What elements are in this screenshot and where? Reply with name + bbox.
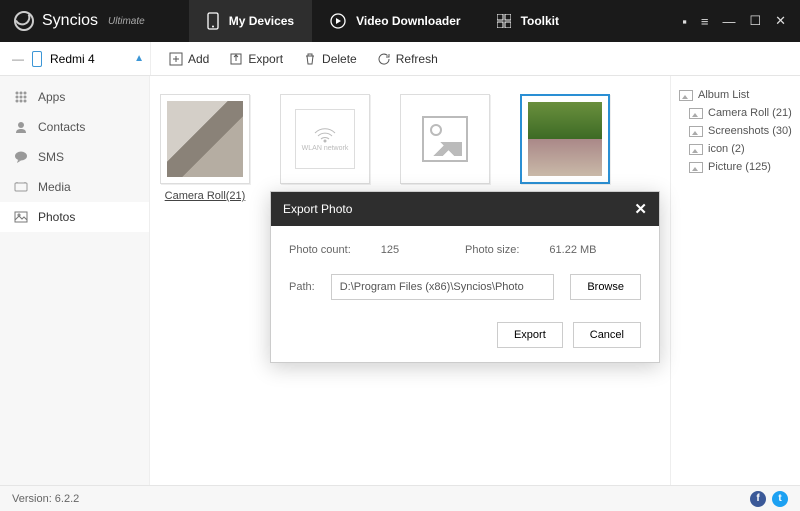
- tab-label: Video Downloader: [356, 14, 460, 28]
- path-label: Path:: [289, 281, 315, 293]
- sidebar-item-sms[interactable]: SMS: [0, 142, 149, 172]
- album-list-item[interactable]: icon (2): [687, 140, 794, 158]
- album-list-item[interactable]: Camera Roll (21): [687, 104, 794, 122]
- sidebar-item-media[interactable]: Media: [0, 172, 149, 202]
- app-name: Syncios: [42, 12, 98, 30]
- status-bar: Version: 6.2.2 f t: [0, 485, 800, 511]
- trash-icon: [303, 52, 317, 66]
- dialog-close-icon[interactable]: ✕: [634, 200, 647, 218]
- toolbar-label: Export: [248, 52, 283, 66]
- message-icon[interactable]: ▪: [682, 14, 687, 29]
- album-icon[interactable]: icon(2): [400, 94, 490, 202]
- cancel-button[interactable]: Cancel: [573, 322, 641, 348]
- apps-icon: [14, 90, 28, 104]
- version-label: Version: 6.2.2: [12, 493, 79, 505]
- delete-button[interactable]: Delete: [295, 48, 365, 70]
- album-thumbnail: [520, 94, 610, 184]
- tab-toolkit[interactable]: Toolkit: [479, 0, 577, 42]
- album-thumbnail: WLAN network: [280, 94, 370, 184]
- syncios-logo-icon: [14, 11, 34, 31]
- toolbar: Add Export Delete Refresh: [150, 42, 446, 75]
- social-links: f t: [750, 491, 788, 507]
- album-list-pane: Album List Camera Roll (21) Screenshots …: [670, 76, 800, 485]
- main-area: Apps Contacts SMS Media Photos Camera Ro…: [0, 76, 800, 485]
- contacts-icon: [14, 120, 28, 134]
- album-list-title[interactable]: Album List: [677, 86, 794, 104]
- toolbar-label: Add: [188, 52, 209, 66]
- image-icon: [689, 108, 703, 119]
- folder-icon: [679, 90, 693, 101]
- toolbar-label: Delete: [322, 52, 357, 66]
- path-input[interactable]: [331, 274, 555, 300]
- sidebar-label: Photos: [38, 210, 75, 224]
- sidebar-item-photos[interactable]: Photos: [0, 202, 149, 232]
- add-button[interactable]: Add: [161, 48, 217, 70]
- close-icon[interactable]: ✕: [775, 13, 786, 29]
- tab-my-devices[interactable]: My Devices: [189, 0, 312, 42]
- tab-label: My Devices: [229, 14, 294, 28]
- app-edition: Ultimate: [108, 16, 145, 27]
- export-button[interactable]: Export: [221, 48, 291, 70]
- tab-video-downloader[interactable]: Video Downloader: [312, 0, 478, 42]
- album-thumbnail: [400, 94, 490, 184]
- album-list-item[interactable]: Screenshots (30): [687, 122, 794, 140]
- sms-icon: [14, 150, 28, 164]
- twitter-icon[interactable]: t: [772, 491, 788, 507]
- sidebar: Apps Contacts SMS Media Photos: [0, 76, 150, 485]
- toolbar-label: Refresh: [396, 52, 438, 66]
- device-name: Redmi 4: [50, 52, 95, 66]
- sidebar-label: SMS: [38, 150, 64, 164]
- chevron-up-icon: ▲: [134, 53, 144, 64]
- image-icon: [689, 126, 703, 137]
- maximize-icon[interactable]: ☐: [749, 13, 761, 29]
- sidebar-item-contacts[interactable]: Contacts: [0, 112, 149, 142]
- device-bar: — Redmi 4 ▲ Add Export Delete Refresh: [0, 42, 800, 76]
- phone-icon: [207, 12, 219, 30]
- photo-size-label: Photo size:: [465, 244, 519, 256]
- device-selector[interactable]: — Redmi 4 ▲: [12, 51, 150, 67]
- sidebar-label: Contacts: [38, 120, 85, 134]
- album-camera-roll[interactable]: Camera Roll(21): [160, 94, 250, 202]
- minimize-icon[interactable]: —: [722, 14, 735, 29]
- image-icon: [689, 144, 703, 155]
- play-icon: [330, 13, 346, 29]
- dialog-body: Photo count: 125 Photo size: 61.22 MB Path…: [271, 226, 659, 362]
- media-icon: [14, 180, 28, 194]
- browse-button[interactable]: Browse: [570, 274, 641, 300]
- tab-label: Toolkit: [521, 14, 559, 28]
- menu-icon[interactable]: ≡: [701, 14, 709, 29]
- content-area: Camera Roll(21) WLAN network Screenshots…: [150, 76, 800, 485]
- app-logo-area: Syncios Ultimate: [0, 11, 159, 31]
- export-icon: [229, 52, 243, 66]
- image-icon: [689, 162, 703, 173]
- album-screenshots[interactable]: WLAN network Screenshots(30): [280, 94, 370, 202]
- album-label: Camera Roll(21): [165, 190, 246, 202]
- dialog-title: Export Photo: [283, 202, 352, 216]
- sidebar-label: Media: [38, 180, 71, 194]
- device-phone-icon: [32, 51, 42, 67]
- photo-count-value: 125: [381, 244, 399, 256]
- title-bar: Syncios Ultimate My Devices Video Downlo…: [0, 0, 800, 42]
- main-tabs: My Devices Video Downloader Toolkit: [189, 0, 577, 42]
- photo-count-label: Photo count:: [289, 244, 351, 256]
- grid-icon: [497, 14, 511, 28]
- refresh-button[interactable]: Refresh: [369, 48, 446, 70]
- facebook-icon[interactable]: f: [750, 491, 766, 507]
- window-controls: ▪ ≡ — ☐ ✕: [682, 13, 800, 29]
- album-picture[interactable]: Picture(125): [520, 94, 610, 202]
- add-icon: [169, 52, 183, 66]
- photo-size-value: 61.22 MB: [549, 244, 596, 256]
- dialog-title-bar[interactable]: Export Photo ✕: [271, 192, 659, 226]
- refresh-icon: [377, 52, 391, 66]
- export-confirm-button[interactable]: Export: [497, 322, 563, 348]
- export-photo-dialog: Export Photo ✕ Photo count: 125 Photo siz…: [270, 191, 660, 363]
- album-list-item[interactable]: Picture (125): [687, 158, 794, 176]
- photos-icon: [14, 210, 28, 224]
- sidebar-item-apps[interactable]: Apps: [0, 82, 149, 112]
- sidebar-label: Apps: [38, 90, 65, 104]
- album-thumbnail: [160, 94, 250, 184]
